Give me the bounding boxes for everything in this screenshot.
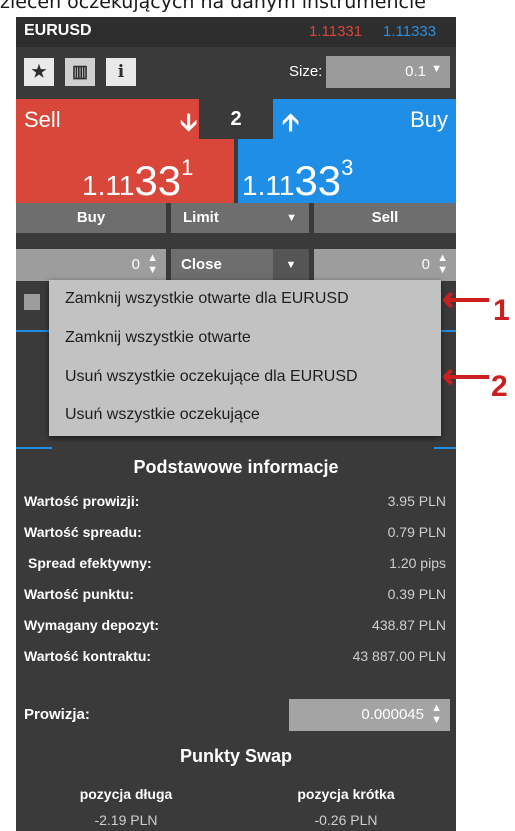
basic-info-title: Podstawowe informacje bbox=[133, 457, 339, 477]
commission-stepper[interactable]: 0.000045 ▲ ▼ bbox=[289, 699, 450, 731]
annotation-marker-2: 2 bbox=[491, 370, 508, 403]
info-row-value: 438.87 PLN bbox=[372, 617, 446, 633]
info-row-value: 0.39 PLN bbox=[387, 586, 446, 602]
right-quantity-stepper[interactable]: 0 ▲ ▼ bbox=[314, 249, 456, 281]
bid-quote: 1.11331 bbox=[309, 23, 363, 40]
sell-price: 1.11331 bbox=[82, 155, 194, 205]
order-buy-button[interactable]: Buy bbox=[16, 203, 166, 233]
close-dropdown-button[interactable]: Close ▼ bbox=[171, 249, 309, 281]
symbol-label: EURUSD bbox=[24, 22, 92, 39]
info-row-label: Wymagany depozyt: bbox=[24, 617, 160, 633]
divider bbox=[16, 447, 52, 449]
swap-long-value: -2.19 PLN bbox=[94, 812, 158, 828]
arrow-down-icon: 🡫 bbox=[180, 109, 198, 136]
right-quantity-value: 0 bbox=[421, 256, 430, 273]
stepper-icon: ▲ ▼ bbox=[437, 252, 448, 276]
info-row-label: Wartość prowizji: bbox=[24, 493, 140, 509]
ask-quote: 1.11333 bbox=[383, 23, 437, 40]
info-row-value: 3.95 PLN bbox=[387, 493, 446, 509]
spread-value: 2 bbox=[199, 99, 273, 139]
sell-price-pips: 33 bbox=[134, 157, 182, 204]
info-row-value: 1.20 pips bbox=[389, 555, 446, 571]
chevron-down-icon[interactable]: ▼ bbox=[273, 249, 309, 281]
chevron-down-icon: ▼ bbox=[431, 63, 442, 75]
swap-short-value: -0.26 PLN bbox=[314, 812, 378, 828]
chart-icon[interactable]: ▥ bbox=[65, 58, 95, 86]
size-value: 0.1 bbox=[405, 63, 426, 80]
divider bbox=[434, 447, 456, 449]
close-menu: Zamknij wszystkie otwarte dla EURUSD Zam… bbox=[49, 280, 441, 436]
buy-price: 1.11333 bbox=[242, 155, 354, 205]
swap-title: Punkty Swap bbox=[179, 746, 293, 766]
info-row-value: 0.79 PLN bbox=[387, 524, 446, 540]
sell-price-fraction: 1 bbox=[181, 155, 194, 180]
size-select[interactable]: 0.1 ▼ bbox=[326, 56, 450, 88]
buy-price-major: 1.11 bbox=[242, 170, 295, 201]
info-row-value: 43 887.00 PLN bbox=[352, 648, 446, 664]
order-type-select[interactable]: Limit ▼ bbox=[171, 203, 309, 233]
sell-price-major: 1.11 bbox=[82, 170, 135, 201]
divider bbox=[16, 330, 52, 332]
size-label: Size: bbox=[289, 63, 323, 80]
buy-label: Buy bbox=[410, 107, 448, 132]
close-label: Close bbox=[181, 256, 222, 273]
arrow-up-icon: 🡩 bbox=[282, 109, 300, 136]
swap-long-label: pozycja długa bbox=[79, 786, 173, 802]
annotation-arrow-1: ⟵ bbox=[442, 281, 491, 319]
swap-short-label: pozycja krótka bbox=[297, 786, 395, 802]
buy-price-fraction: 3 bbox=[341, 155, 354, 180]
annotation-marker-1: 1 bbox=[493, 294, 510, 327]
left-quantity-value: 0 bbox=[131, 256, 140, 273]
menu-item-delete-pending-all[interactable]: Usuń wszystkie oczekujące bbox=[65, 406, 260, 424]
chevron-down-icon: ▼ bbox=[286, 212, 297, 224]
panel-header: EURUSD 1.11331 1.11333 bbox=[16, 17, 456, 47]
stepper-icon: ▲ ▼ bbox=[147, 252, 158, 276]
star-icon[interactable]: ★ bbox=[24, 58, 54, 86]
menu-item-close-all-symbol[interactable]: Zamknij wszystkie otwarte dla EURUSD bbox=[65, 290, 349, 308]
sell-label: Sell bbox=[24, 107, 61, 132]
stepper-icon: ▲ ▼ bbox=[431, 702, 442, 726]
menu-item-delete-pending-symbol[interactable]: Usuń wszystkie oczekujące dla EURUSD bbox=[65, 368, 358, 386]
info-row-label: Spread efektywny: bbox=[28, 555, 152, 571]
menu-item-close-all[interactable]: Zamknij wszystkie otwarte bbox=[65, 329, 251, 347]
info-icon[interactable]: i bbox=[106, 58, 136, 86]
order-sell-button[interactable]: Sell bbox=[314, 203, 456, 233]
checkbox[interactable] bbox=[24, 294, 40, 310]
caption-text: zleceń oczekujących na danym instrumenci… bbox=[0, 0, 426, 13]
info-row-label: Wartość kontraktu: bbox=[24, 648, 152, 664]
buy-price-pips: 33 bbox=[294, 157, 342, 204]
commission-label: Prowizja: bbox=[24, 706, 90, 723]
annotation-arrow-2: ⟵ bbox=[442, 358, 491, 396]
info-row-label: Wartość punktu: bbox=[24, 586, 134, 602]
commission-value: 0.000045 bbox=[361, 706, 424, 723]
order-type-label: Limit bbox=[183, 209, 219, 226]
left-quantity-stepper[interactable]: 0 ▲ ▼ bbox=[16, 249, 166, 281]
info-row-label: Wartość spreadu: bbox=[24, 524, 142, 540]
